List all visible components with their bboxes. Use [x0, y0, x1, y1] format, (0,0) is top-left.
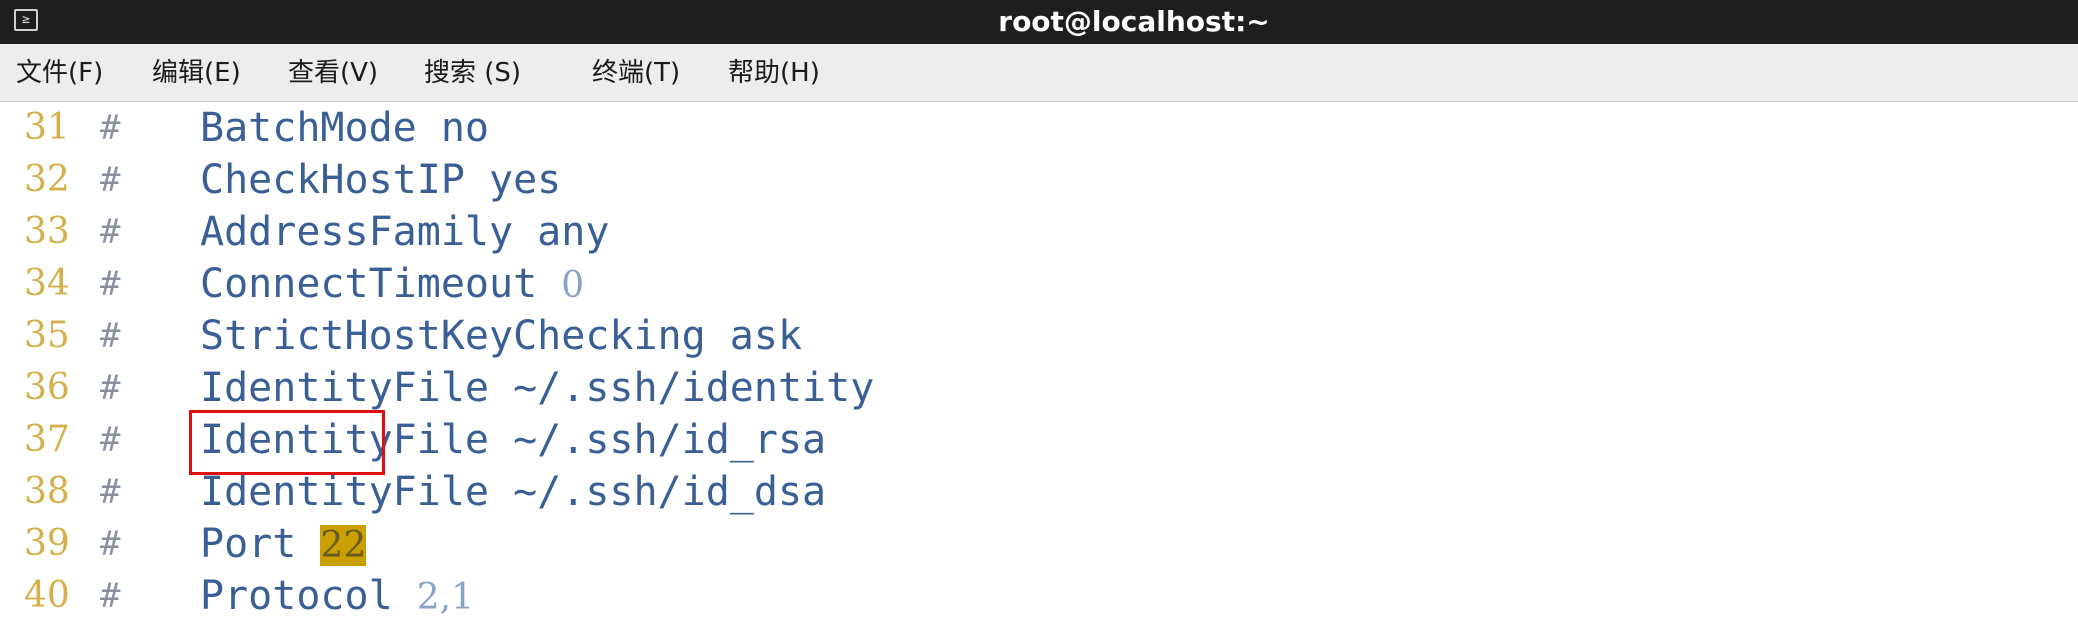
line-text: StrictHostKeyChecking ask — [200, 310, 802, 362]
menu-file[interactable]: 文件(F) — [16, 44, 103, 102]
line-text: Port 22 — [200, 518, 367, 572]
code-line: 39 # Port 22 — [0, 518, 2078, 570]
code-line: 40 # Protocol 2,1 — [0, 570, 2078, 620]
comment-mark: # — [100, 420, 121, 460]
line-number: 39 — [24, 523, 70, 564]
comment-mark: # — [100, 472, 121, 512]
numeric-value: 2,1 — [416, 577, 475, 618]
comment-mark: # — [100, 316, 121, 356]
line-text: ConnectTimeout 0 — [200, 258, 584, 312]
search-highlight: 22 — [320, 525, 367, 566]
code-line: 36 # IdentityFile ~/.ssh/identity — [0, 362, 2078, 414]
line-code: StrictHostKeyChecking ask — [200, 313, 803, 359]
menu-view[interactable]: 查看(V) — [288, 44, 378, 102]
title-bar[interactable]: ≥ root@localhost:~ — [0, 0, 2078, 44]
line-number: 35 — [24, 315, 70, 356]
comment-mark: # — [100, 264, 121, 304]
menu-terminal[interactable]: 终端(T) — [592, 44, 680, 102]
numeric-value: 0 — [561, 265, 585, 306]
line-code: CheckHostIP yes — [200, 157, 562, 203]
comment-mark: # — [100, 368, 121, 408]
code-line: 34 # ConnectTimeout 0 — [0, 258, 2078, 310]
window-title: root@localhost:~ — [998, 5, 1270, 38]
line-code: BatchMode no — [200, 105, 489, 151]
line-text: CheckHostIP yes — [200, 154, 561, 206]
line-number: 38 — [24, 471, 70, 512]
line-text: Protocol 2,1 — [200, 570, 474, 620]
line-code: ConnectTimeout — [200, 261, 562, 307]
code-line: 33 # AddressFamily any — [0, 206, 2078, 258]
line-code: IdentityFile ~/.ssh/identity — [200, 365, 875, 411]
code-line: 31 # BatchMode no — [0, 102, 2078, 154]
line-number: 31 — [24, 107, 70, 148]
menu-help[interactable]: 帮助(H) — [728, 44, 820, 102]
comment-mark: # — [100, 524, 121, 564]
terminal-window: ≥ root@localhost:~ 文件(F) 编辑(E) 查看(V) 搜索 … — [0, 0, 2078, 620]
line-text: IdentityFile ~/.ssh/id_rsa — [200, 414, 826, 466]
comment-mark: # — [100, 212, 121, 252]
line-text: IdentityFile ~/.ssh/identity — [200, 362, 874, 414]
comment-mark: # — [100, 576, 121, 616]
menu-edit[interactable]: 编辑(E) — [152, 44, 241, 102]
line-number: 32 — [24, 159, 70, 200]
menu-search[interactable]: 搜索 (S) — [424, 44, 521, 102]
menu-bar: 文件(F) 编辑(E) 查看(V) 搜索 (S) 终端(T) 帮助(H) — [0, 44, 2078, 102]
line-number: 37 — [24, 419, 70, 460]
line-text: IdentityFile ~/.ssh/id_dsa — [200, 466, 826, 518]
line-number: 34 — [24, 263, 70, 304]
code-line: 38 # IdentityFile ~/.ssh/id_dsa — [0, 466, 2078, 518]
code-line: 32 # CheckHostIP yes — [0, 154, 2078, 206]
editor-area[interactable]: 31 # BatchMode no 32 # CheckHostIP yes 3… — [0, 102, 2078, 620]
line-number: 36 — [24, 367, 70, 408]
line-text: AddressFamily any — [200, 206, 609, 258]
line-number: 33 — [24, 211, 70, 252]
code-line: 35 # StrictHostKeyChecking ask — [0, 310, 2078, 362]
code-line: 37 # IdentityFile ~/.ssh/id_rsa — [0, 414, 2078, 466]
comment-mark: # — [100, 108, 121, 148]
line-number: 40 — [24, 575, 70, 616]
comment-mark: # — [100, 160, 121, 200]
line-code: AddressFamily any — [200, 209, 610, 255]
line-code: Port — [200, 521, 321, 567]
line-code: IdentityFile ~/.ssh/id_dsa — [200, 469, 827, 515]
line-code: Protocol — [200, 573, 417, 619]
line-text: BatchMode no — [200, 102, 489, 154]
line-code: IdentityFile ~/.ssh/id_rsa — [200, 417, 827, 463]
